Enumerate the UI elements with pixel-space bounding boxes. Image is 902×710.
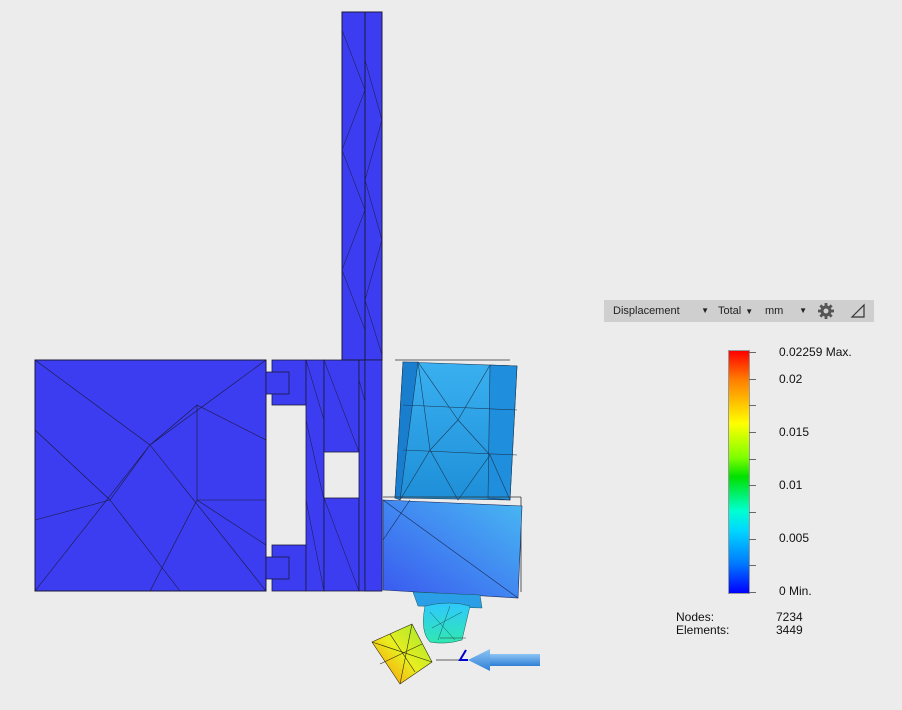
legend-min-label: 0 Min. xyxy=(779,584,812,598)
legend-tick xyxy=(749,405,756,406)
legend-tick xyxy=(749,592,756,593)
chevron-down-icon: ▼ xyxy=(745,307,754,316)
deformed-neck-part xyxy=(412,591,483,644)
units-dropdown[interactable]: mm ▼ xyxy=(765,300,807,322)
load-arrow[interactable] xyxy=(468,649,540,671)
model-viewport[interactable] xyxy=(0,0,902,710)
legend-tick xyxy=(749,379,756,380)
deformed-box-part xyxy=(394,359,518,501)
chevron-down-icon: ▼ xyxy=(799,306,807,315)
chevron-down-icon: ▼ xyxy=(701,306,709,315)
legend-label: 0.01 xyxy=(779,478,803,492)
component-value: Total xyxy=(718,305,742,317)
legend-label: 0.02 xyxy=(779,372,803,386)
connector-part xyxy=(265,359,382,592)
legend-label: 0.005 xyxy=(779,531,810,545)
result-toolbar: Displacement ▼ Total ▼ mm ▼ xyxy=(604,300,874,322)
legend-tick xyxy=(749,485,756,486)
units-value: mm xyxy=(765,305,784,317)
legend-tick xyxy=(749,539,756,540)
legend-tick xyxy=(749,352,756,353)
left-block-part xyxy=(34,359,267,592)
color-scale-bar xyxy=(729,351,749,593)
result-type-dropdown[interactable]: Displacement ▼ xyxy=(613,300,709,322)
legend-label: 0.015 xyxy=(779,425,810,439)
legend-tick xyxy=(749,565,756,566)
legend-tick xyxy=(749,459,756,460)
legend-tick xyxy=(749,432,756,433)
elements-label: Elements: xyxy=(676,623,730,637)
elements-value: 3449 xyxy=(776,623,803,637)
gear-icon[interactable] xyxy=(817,302,835,320)
legend-tick xyxy=(749,512,756,513)
legend-max-label: 0.02259 Max. xyxy=(779,345,852,359)
triangle-corner-icon[interactable] xyxy=(849,302,867,320)
constraint-marker xyxy=(458,649,468,661)
lower-block-part xyxy=(382,496,523,599)
component-dropdown[interactable]: Total ▼ xyxy=(718,300,753,322)
result-type-value: Displacement xyxy=(613,305,680,317)
